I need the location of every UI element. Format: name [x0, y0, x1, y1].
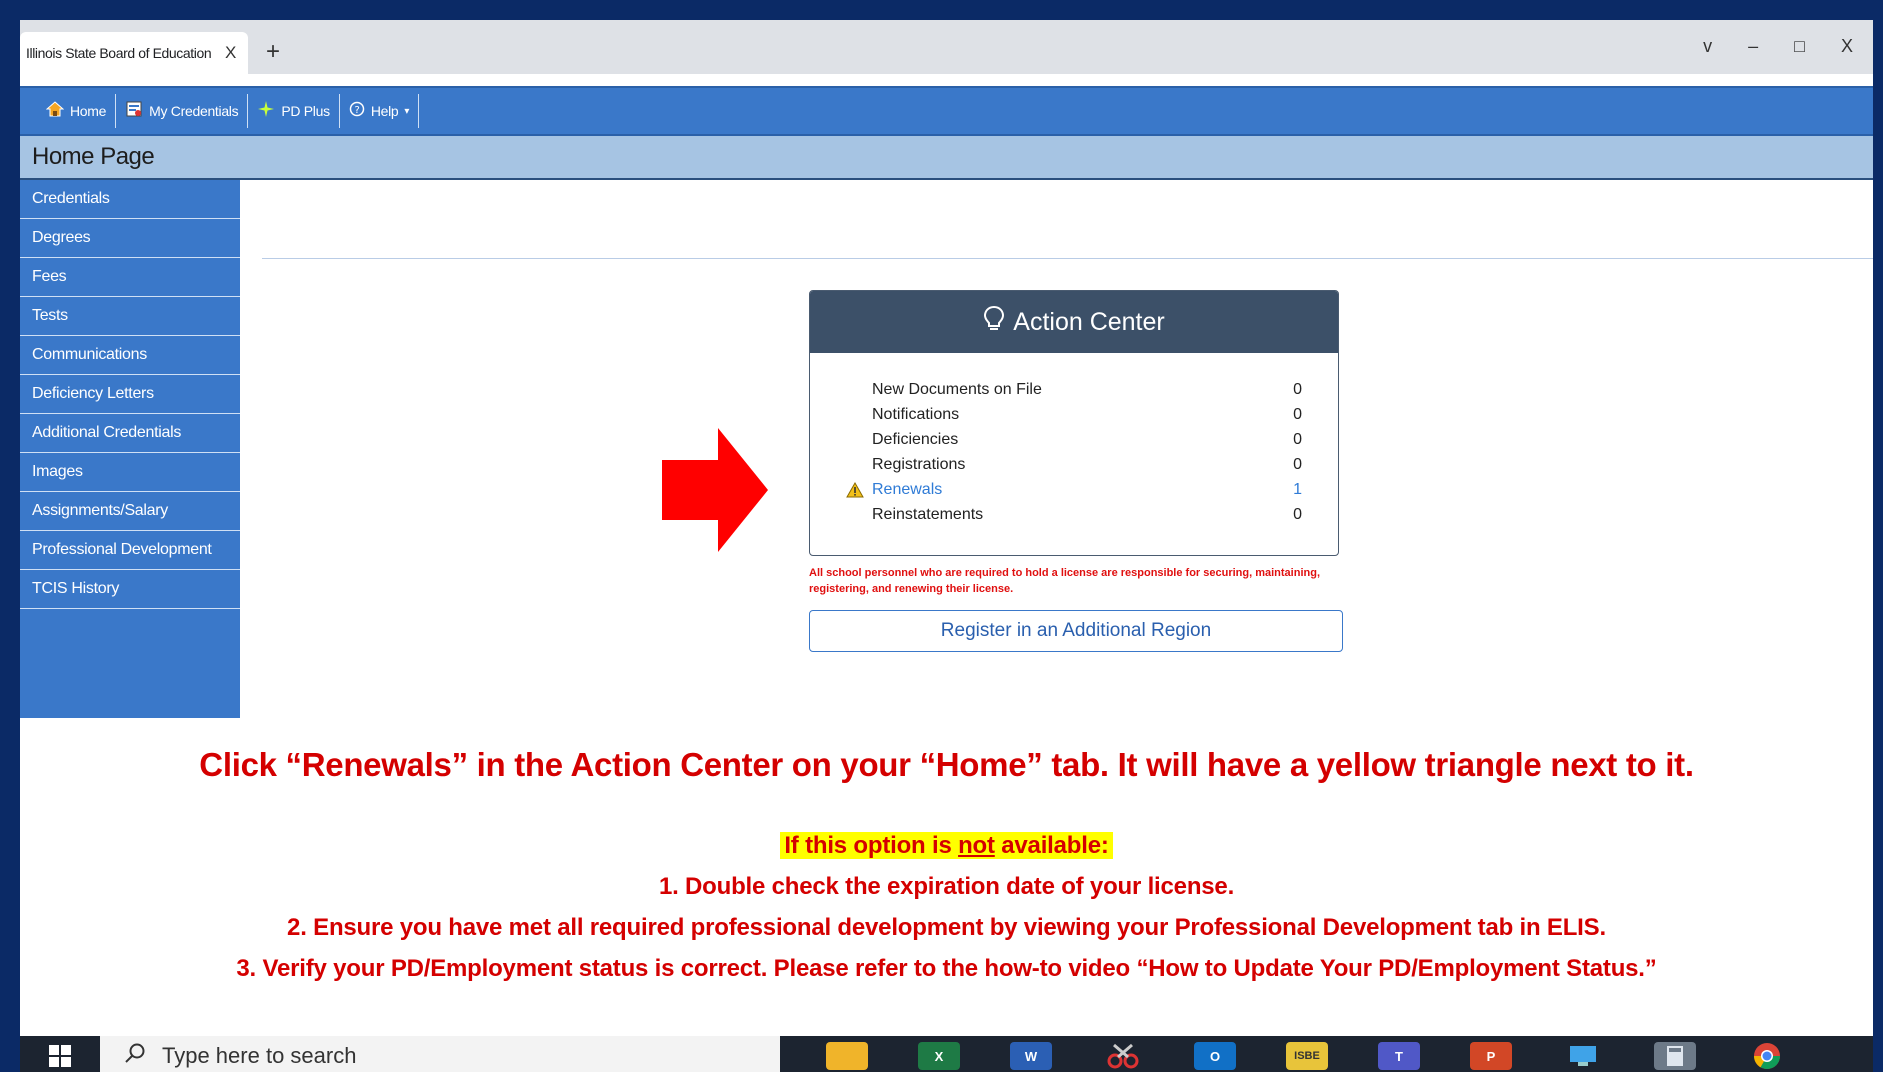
teams-icon[interactable]: T [1378, 1042, 1420, 1070]
window-controls: v – □ X [1703, 36, 1853, 57]
list-item: Reinstatements 0 [846, 502, 1302, 527]
home-icon [45, 100, 65, 123]
if-suffix: available: [994, 832, 1109, 859]
powerpoint-icon[interactable]: P [1470, 1042, 1512, 1070]
word-icon[interactable]: W [1010, 1042, 1052, 1070]
tab-close-icon[interactable]: X [225, 43, 236, 63]
content-divider [262, 258, 1873, 259]
row-value: 0 [1293, 381, 1302, 398]
browser-tab-strip: Illinois State Board of Education X + v … [20, 20, 1873, 74]
instruction-step-2: 2. Ensure you have met all required prof… [287, 914, 1606, 941]
nav-my-credentials[interactable]: My Credentials [116, 94, 249, 128]
file-explorer-icon[interactable] [826, 1042, 868, 1070]
instruction-step-3: 3. Verify your PD/Employment status is c… [236, 955, 1657, 982]
row-value: 0 [1293, 456, 1302, 473]
sidebar-item-communications[interactable]: Communications [20, 336, 240, 375]
taskbar-search-input[interactable]: Type here to search [100, 1036, 780, 1072]
snipping-tool-icon[interactable] [1102, 1042, 1144, 1070]
search-placeholder: Type here to search [162, 1043, 357, 1068]
sidebar-item-tests[interactable]: Tests [20, 297, 240, 336]
nav-my-credentials-label: My Credentials [149, 103, 239, 119]
red-arrow-icon [662, 428, 768, 552]
sidebar: Credentials Degrees Fees Tests Communica… [20, 180, 240, 718]
sidebar-item-deficiency-letters[interactable]: Deficiency Letters [20, 375, 240, 414]
nav-help[interactable]: ? Help ▾ [340, 94, 420, 128]
row-value: 0 [1293, 506, 1302, 523]
instruction-main: Click “Renewals” in the Action Center on… [199, 746, 1694, 783]
chevron-down-icon: ▾ [404, 105, 410, 117]
minimize-button[interactable]: – [1748, 36, 1758, 57]
row-label: Deficiencies [872, 431, 959, 448]
lightbulb-icon [983, 305, 1005, 340]
renewals-label[interactable]: Renewals [872, 477, 942, 502]
list-item: Deficiencies 0 [846, 427, 1302, 452]
row-label: Reinstatements [872, 506, 984, 523]
sidebar-item-fees[interactable]: Fees [20, 258, 240, 297]
isbe-icon[interactable]: ISBE [1286, 1042, 1328, 1070]
instruction-step-1: 1. Double check the expiration date of y… [658, 873, 1235, 900]
svg-text:?: ? [354, 105, 359, 116]
windows-taskbar: Type here to search X W O ISBE T P [20, 1036, 1873, 1072]
close-window-button[interactable]: X [1841, 36, 1853, 57]
if-prefix: If this option is [784, 832, 959, 859]
row-label: Notifications [872, 406, 960, 423]
row-value: 0 [1293, 431, 1302, 448]
sidebar-item-additional-credentials[interactable]: Additional Credentials [20, 414, 240, 453]
sidebar-item-credentials[interactable]: Credentials [20, 180, 240, 219]
list-item: Notifications 0 [846, 402, 1302, 427]
renewals-link[interactable]: Renewals 1 [846, 477, 1302, 502]
chrome-icon[interactable] [1746, 1042, 1788, 1070]
outlook-icon[interactable]: O [1194, 1042, 1236, 1070]
calculator-icon[interactable] [1654, 1042, 1696, 1070]
tab-search-button[interactable]: v [1703, 36, 1712, 57]
instruction-if-not-available: If this option is not available: [20, 832, 1873, 860]
action-center-list: New Documents on File 0 Notifications 0 De… [810, 353, 1338, 527]
action-center-header: Action Center [810, 291, 1338, 353]
browser-tab-title: Illinois State Board of Education [26, 45, 211, 61]
sidebar-item-tcis-history[interactable]: TCIS History [20, 570, 240, 609]
search-icon [124, 1042, 146, 1070]
slide: Illinois State Board of Education X + v … [20, 20, 1873, 1072]
nav-help-label: Help [370, 103, 399, 119]
row-value: 0 [1293, 406, 1302, 423]
remote-desktop-icon[interactable] [1562, 1042, 1604, 1070]
nav-home[interactable]: Home [45, 94, 117, 128]
new-tab-button[interactable]: + [266, 38, 280, 66]
page-title: Home Page [20, 136, 1873, 180]
sidebar-item-professional-development[interactable]: Professional Development [20, 531, 240, 570]
sidebar-item-degrees[interactable]: Degrees [20, 219, 240, 258]
app-navbar: Home My Credentials PD Plus ? Help ▾ [20, 86, 1873, 136]
nav-pd-plus-label: PD Plus [281, 103, 330, 119]
action-center-title: Action Center [1013, 307, 1165, 336]
highlighted-condition: If this option is not available: [780, 832, 1113, 859]
taskbar-apps: X W O ISBE T P [826, 1042, 1788, 1070]
sidebar-item-assignments-salary[interactable]: Assignments/Salary [20, 492, 240, 531]
windows-start-icon[interactable] [20, 1045, 100, 1067]
pd-plus-icon [257, 100, 275, 123]
excel-icon[interactable]: X [918, 1042, 960, 1070]
row-label: New Documents on File [872, 381, 1042, 398]
nav-pd-plus[interactable]: PD Plus [248, 94, 340, 128]
list-item: Registrations 0 [846, 452, 1302, 477]
nav-home-label: Home [70, 103, 107, 119]
row-label: Registrations [872, 456, 966, 473]
license-disclaimer: All school personnel who are required to… [809, 567, 1321, 595]
restore-button[interactable]: □ [1794, 36, 1805, 57]
sidebar-item-images[interactable]: Images [20, 453, 240, 492]
action-center-panel: Action Center New Documents on File 0 Not… [809, 290, 1339, 556]
if-not: not [958, 832, 995, 859]
help-icon: ? [349, 101, 365, 122]
list-item: New Documents on File 0 [846, 377, 1302, 402]
credentials-icon [125, 100, 143, 123]
browser-tab[interactable]: Illinois State Board of Education X [20, 32, 248, 74]
register-additional-region-button[interactable]: Register in an Additional Region [809, 610, 1343, 652]
renewals-value: 1 [1293, 481, 1302, 498]
